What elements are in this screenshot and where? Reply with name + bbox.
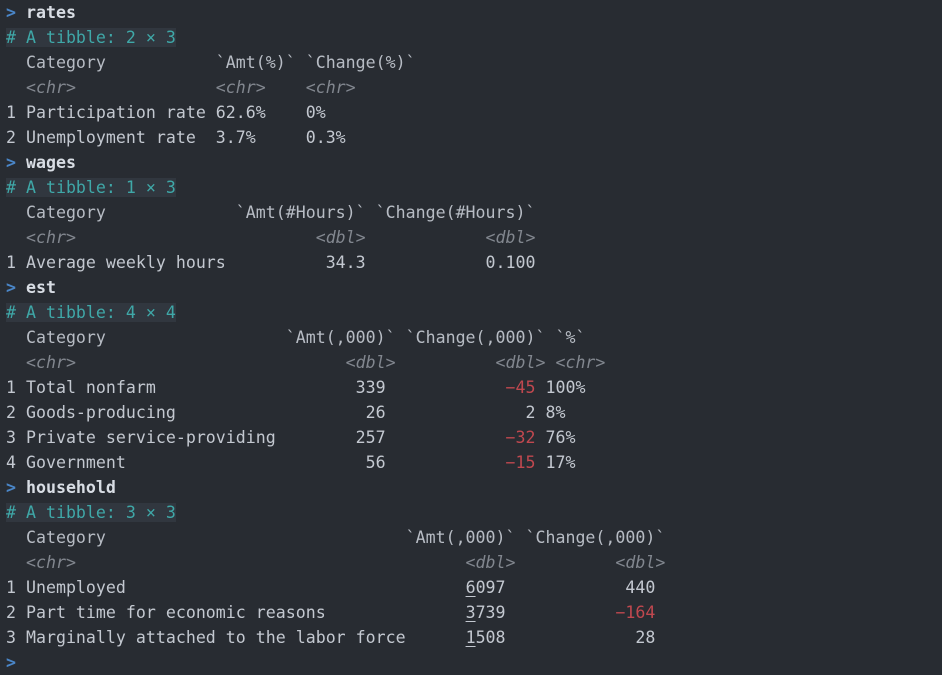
column-type-row: <chr> <dbl> <dbl> — [6, 228, 536, 247]
command-text: est — [25, 278, 56, 297]
tibble-summary-text: # A tibble: 2 × 3 — [6, 28, 176, 47]
command-text: wages — [25, 153, 76, 172]
digit-group-marker: 3 — [465, 603, 476, 622]
table-row: 1 Total nonfarm 339 −45 100% — [0, 375, 942, 400]
console-input-line[interactable]: > — [0, 650, 942, 675]
table-row: 4 Government 56 −15 17% — [0, 450, 942, 475]
table-row: 2 Unemployment rate 3.7% 0.3% — [0, 125, 942, 150]
column-header-row: Category `Amt(,000)` `Change(,000)` `%` — [6, 328, 606, 347]
negative-value: −164 — [615, 603, 656, 622]
column-header-row: Category `Amt(%)` `Change(%)` — [6, 53, 416, 72]
column-type-row: <chr> <chr> <chr> — [6, 78, 416, 97]
table-row-values: 097 440 — [475, 578, 656, 597]
column-type-row: <chr> <dbl> <dbl> — [6, 553, 666, 572]
table-row-text: 1 Participation rate 62.6% 0% — [6, 103, 416, 122]
table-row-text: 3 Marginally attached to the labor force — [6, 628, 466, 647]
table-cell-pct: 76% — [535, 428, 576, 447]
prompt-symbol: > — [6, 478, 26, 497]
digit-group-marker: 1 — [465, 628, 476, 647]
column-header-row: Category `Amt(,000)` `Change(,000)` — [6, 528, 666, 547]
r-console-output[interactable]: > rates # A tibble: 2 × 3 Category `Amt(… — [0, 0, 942, 675]
table-row: 1 Unemployed 6097 440 — [0, 575, 942, 600]
digit-group-marker: 6 — [465, 578, 476, 597]
table-row-text: 4 Government 56 — [6, 453, 506, 472]
tibble-summary-line: # A tibble: 4 × 4 — [0, 300, 942, 325]
table-row: 1 Average weekly hours 34.3 0.100 — [0, 250, 942, 275]
tibble-summary-text: # A tibble: 1 × 3 — [6, 178, 176, 197]
prompt-symbol: > — [6, 278, 26, 297]
tibble-summary-line: # A tibble: 1 × 3 — [0, 175, 942, 200]
console-command-line: > household — [0, 475, 942, 500]
table-row-values: 508 28 — [475, 628, 656, 647]
table-cell-change: 2 — [525, 403, 536, 422]
table-row-text: 3 Private service-providing 257 — [6, 428, 506, 447]
prompt-symbol: > — [6, 153, 26, 172]
table-row-text: 1 Unemployed — [6, 578, 466, 597]
tibble-summary-text: # A tibble: 4 × 4 — [6, 303, 176, 322]
tibble-summary-line: # A tibble: 3 × 3 — [0, 500, 942, 525]
prompt-symbol: > — [6, 653, 16, 672]
table-row: 3 Marginally attached to the labor force… — [0, 625, 942, 650]
table-row-text: 1 Average weekly hours 34.3 0.100 — [6, 253, 536, 272]
table-cell-pct: 17% — [535, 453, 576, 472]
table-row-text: 2 Unemployment rate 3.7% 0.3% — [6, 128, 416, 147]
console-command-line: > rates — [0, 0, 942, 25]
table-cell-pct: 100% — [535, 378, 586, 397]
console-command-line: > wages — [0, 150, 942, 175]
table-cell-amt: 739 — [475, 603, 616, 622]
table-row: 1 Participation rate 62.6% 0% — [0, 100, 942, 125]
table-row: 2 Goods-producing 26 2 8% — [0, 400, 942, 425]
table-row: 3 Private service-providing 257 −32 76% — [0, 425, 942, 450]
column-header-row: Category `Amt(#Hours)` `Change(#Hours)` — [6, 203, 536, 222]
table-row-text: 2 Part time for economic reasons — [6, 603, 466, 622]
tibble-summary-line: # A tibble: 2 × 3 — [0, 25, 942, 50]
negative-value: −32 — [505, 428, 536, 447]
prompt-symbol: > — [6, 3, 26, 22]
command-text: household — [25, 478, 116, 497]
command-text: rates — [25, 3, 76, 22]
tibble-summary-text: # A tibble: 3 × 3 — [6, 503, 176, 522]
table-row-text: 2 Goods-producing 26 — [6, 403, 526, 422]
column-type-row: <chr> <dbl> <dbl> <chr> — [6, 353, 606, 372]
table-cell-pct: 8% — [535, 403, 566, 422]
table-row: 2 Part time for economic reasons 3739 −1… — [0, 600, 942, 625]
table-row-text: 1 Total nonfarm 339 — [6, 378, 506, 397]
console-command-line: > est — [0, 275, 942, 300]
negative-value: −45 — [505, 378, 536, 397]
negative-value: −15 — [505, 453, 536, 472]
